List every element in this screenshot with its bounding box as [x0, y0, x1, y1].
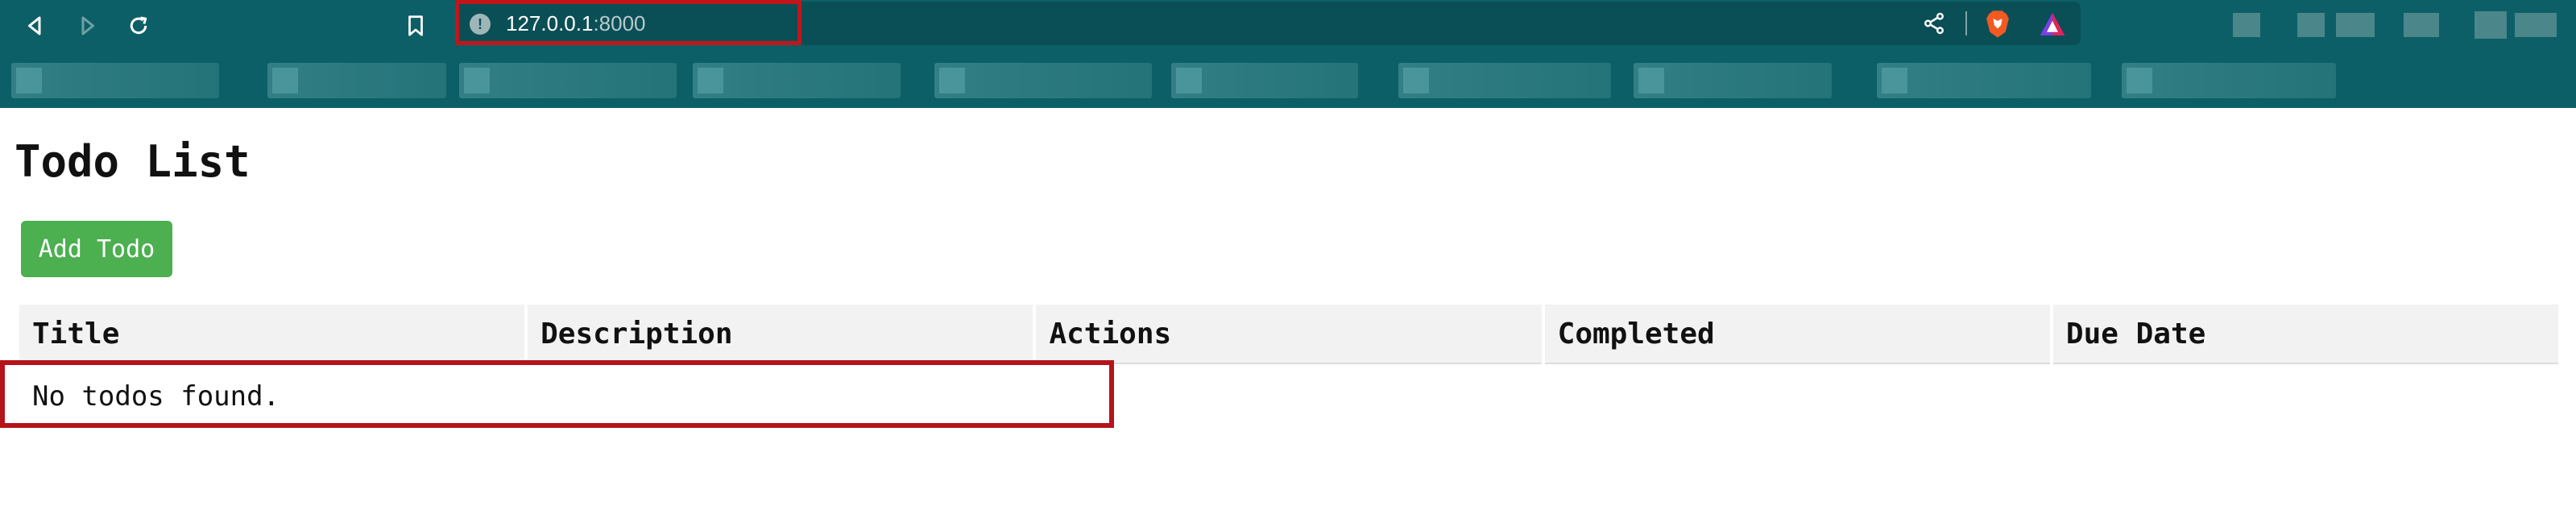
share-icon[interactable] — [1922, 11, 1946, 35]
brave-rewards-icon[interactable] — [2038, 10, 2067, 38]
bookmark-icon — [408, 15, 423, 36]
bookmark-item[interactable] — [1171, 63, 1358, 98]
brave-shields-icon[interactable] — [1984, 10, 2011, 39]
back-button[interactable] — [18, 8, 53, 44]
column-header-description: Description — [528, 305, 1033, 364]
bookmark-button[interactable] — [398, 8, 433, 44]
column-header-actions: Actions — [1036, 305, 1542, 364]
bookmark-item[interactable] — [1634, 63, 1832, 98]
empty-message-highlight-box — [0, 360, 1114, 428]
browser-chrome: ! 127.0.0.1:8000 — [0, 0, 2576, 108]
page-title: Todo List — [14, 136, 251, 187]
column-header-due-date: Due Date — [2052, 305, 2558, 364]
column-header-title: Title — [19, 305, 525, 364]
column-header-completed: Completed — [1544, 305, 2050, 364]
table-header-row: Title Description Actions Completed Due … — [19, 305, 2558, 364]
bookmark-item[interactable] — [267, 63, 446, 98]
forward-button[interactable] — [69, 8, 105, 44]
address-highlight-box — [455, 0, 801, 45]
reload-button[interactable] — [121, 8, 156, 44]
bookmark-item[interactable] — [693, 63, 901, 98]
back-icon — [28, 16, 41, 35]
toolbar-divider — [1965, 11, 1967, 35]
reload-icon — [130, 16, 147, 35]
bookmark-item[interactable] — [11, 63, 219, 98]
bookmark-item[interactable] — [1398, 63, 1611, 98]
forward-icon — [81, 16, 94, 35]
bookmark-item[interactable] — [2122, 63, 2336, 98]
bookmark-item[interactable] — [934, 63, 1152, 98]
bookmark-item[interactable] — [1877, 63, 2091, 98]
add-todo-button[interactable]: Add Todo — [21, 221, 172, 277]
bookmark-item[interactable] — [459, 63, 677, 98]
